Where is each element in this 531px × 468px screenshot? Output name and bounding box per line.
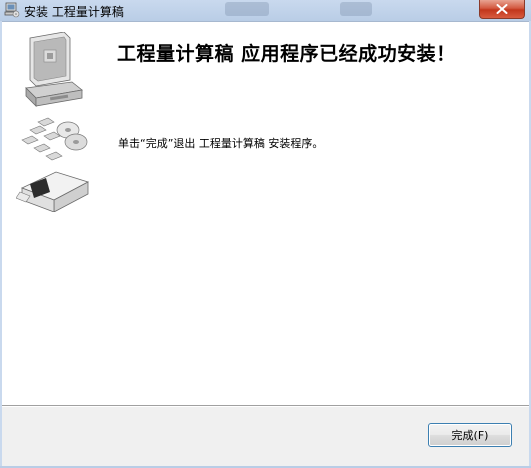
computer-disks-package-illustration (16, 32, 90, 212)
close-icon (496, 4, 508, 14)
title-bar-blur (225, 2, 269, 16)
page-title: 工程量计算稿 应用程序已经成功安装！ (117, 43, 456, 65)
installer-window: 安装 工程量计算稿 工程量计算稿 应用程序已经成功安装！ 单击“完成”退出 工程… (0, 0, 531, 468)
setup-computer-icon (4, 2, 20, 18)
window-title: 安装 工程量计算稿 (24, 5, 124, 19)
content-panel: 工程量计算稿 应用程序已经成功安装！ 单击“完成”退出 工程量计算稿 安装程序。 (2, 22, 529, 405)
instruction-text: 单击“完成”退出 工程量计算稿 安装程序。 (118, 137, 324, 150)
close-button[interactable] (479, 0, 525, 19)
footer-divider-highlight (2, 406, 529, 407)
title-bar-blur (340, 2, 372, 16)
title-bar[interactable]: 安装 工程量计算稿 (0, 0, 531, 22)
finish-button[interactable]: 完成(F) (428, 423, 512, 447)
finish-button-label: 完成(F) (451, 429, 489, 442)
